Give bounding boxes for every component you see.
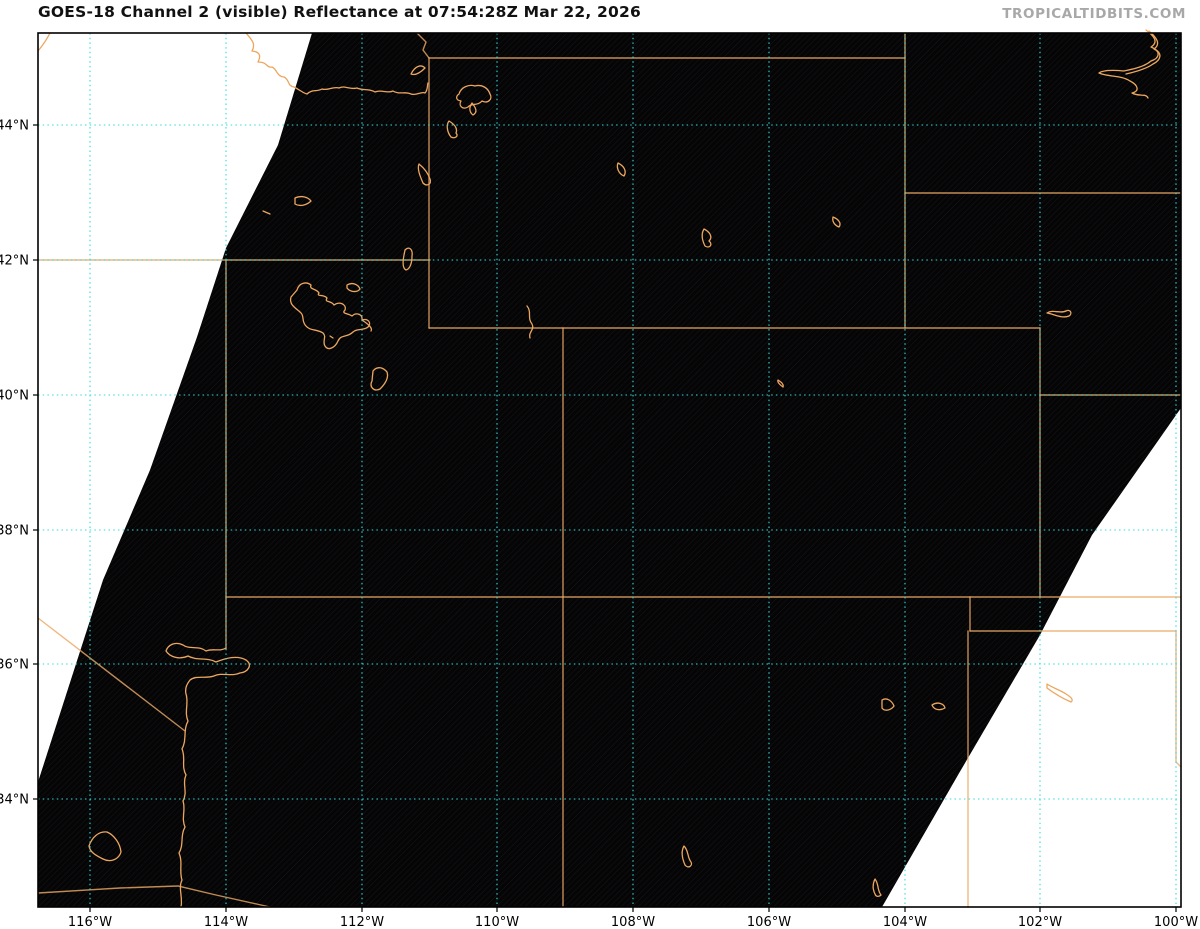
lat-tick-label: 36°N	[0, 658, 29, 673]
lon-tick-label: 102°W	[1018, 915, 1062, 929]
lon-tick-label: 116°W	[68, 915, 112, 929]
lake-meredith	[1046, 683, 1073, 703]
lon-tick-label: 104°W	[883, 915, 927, 929]
lon-tick-label: 100°W	[1154, 915, 1198, 929]
satellite-image-viewport: GOES-18 Channel 2 (visible) Reflectance …	[0, 0, 1200, 929]
satellite-map: 44°N 42°N 40°N 38°N 36°N 34°N 116°W 114°W 112°W 1…	[0, 29, 1198, 929]
lon-tick-label: 108°W	[611, 915, 655, 929]
lon-tick-label: 110°W	[475, 915, 519, 929]
lon-tick-label: 106°W	[747, 915, 791, 929]
lat-tick-label: 38°N	[0, 524, 29, 539]
lat-tick-label: 34°N	[0, 793, 29, 808]
lon-tick-label: 112°W	[340, 915, 384, 929]
lat-tick-label: 44°N	[0, 119, 29, 134]
snake-river-hells-canyon	[37, 32, 51, 52]
lat-tick-label: 42°N	[0, 254, 29, 269]
lat-tick-label: 40°N	[0, 389, 29, 404]
lon-tick-label: 114°W	[204, 915, 248, 929]
satellite-data-swath	[38, 33, 1181, 907]
